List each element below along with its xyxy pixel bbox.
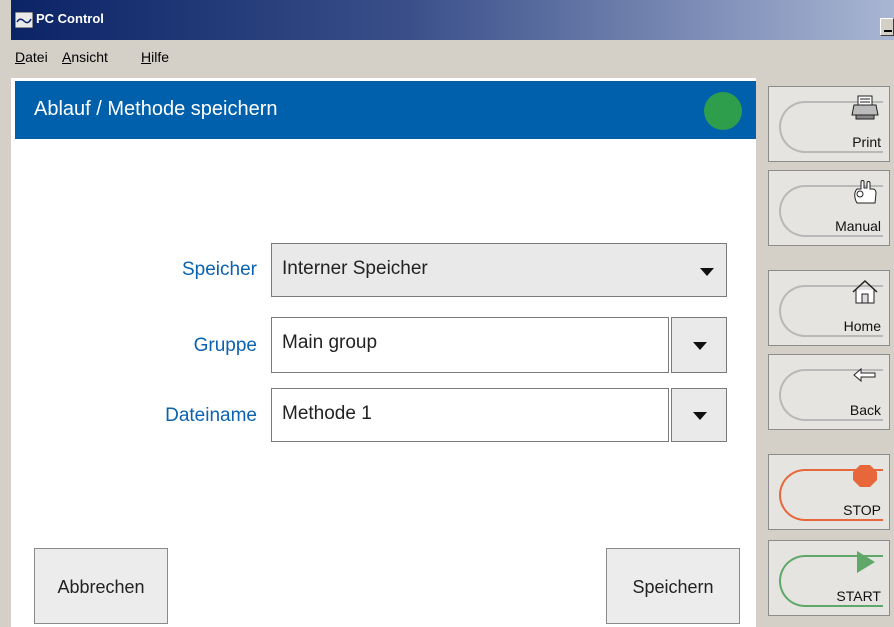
menu-ansicht[interactable]: Ansicht bbox=[62, 49, 108, 65]
save-button[interactable]: Speichern bbox=[606, 548, 740, 624]
page-header: Ablauf / Methode speichern bbox=[15, 81, 756, 139]
chevron-down-icon bbox=[693, 412, 707, 420]
menu-datei[interactable]: Datei bbox=[15, 49, 48, 65]
gruppe-value: Main group bbox=[282, 332, 378, 353]
print-button[interactable]: Print bbox=[768, 86, 890, 162]
title-bar[interactable]: PC Control bbox=[11, 0, 894, 40]
start-label: START bbox=[836, 588, 881, 604]
stop-button[interactable]: STOP bbox=[768, 454, 890, 530]
menu-bar: Datei Ansicht Hilfe bbox=[11, 40, 894, 74]
app-icon bbox=[15, 12, 33, 28]
cancel-button[interactable]: Abbrechen bbox=[34, 548, 168, 624]
stop-icon bbox=[853, 465, 877, 487]
page-title: Ablauf / Methode speichern bbox=[34, 98, 278, 120]
hand-icon bbox=[854, 180, 877, 204]
home-label: Home bbox=[843, 318, 881, 334]
back-button[interactable]: Back bbox=[768, 354, 890, 430]
manual-label: Manual bbox=[835, 218, 881, 234]
stop-label: STOP bbox=[843, 502, 881, 518]
printer-icon bbox=[851, 95, 879, 120]
speicher-select[interactable]: Interner Speicher bbox=[271, 243, 727, 297]
gruppe-dropdown-button[interactable] bbox=[671, 317, 727, 373]
dateiname-input[interactable]: Methode 1 bbox=[271, 388, 669, 442]
dateiname-dropdown-button[interactable] bbox=[671, 388, 727, 442]
chevron-down-icon bbox=[693, 342, 707, 350]
home-button[interactable]: Home bbox=[768, 270, 890, 346]
print-label: Print bbox=[852, 134, 881, 150]
chevron-down-icon bbox=[700, 268, 714, 276]
window-title: PC Control bbox=[36, 11, 104, 26]
gruppe-label: Gruppe bbox=[193, 335, 257, 356]
play-icon bbox=[857, 551, 875, 573]
gruppe-input[interactable]: Main group bbox=[271, 317, 669, 373]
dateiname-label: Dateiname bbox=[165, 405, 257, 426]
minimize-button[interactable] bbox=[880, 18, 894, 36]
start-button[interactable]: START bbox=[768, 540, 890, 616]
speicher-label: Speicher bbox=[182, 259, 257, 280]
status-indicator bbox=[704, 92, 742, 130]
manual-button[interactable]: Manual bbox=[768, 170, 890, 246]
dateiname-value: Methode 1 bbox=[282, 403, 372, 424]
back-label: Back bbox=[849, 402, 881, 418]
speicher-value: Interner Speicher bbox=[282, 258, 428, 279]
menu-hilfe[interactable]: Hilfe bbox=[141, 49, 169, 65]
home-icon bbox=[852, 279, 878, 304]
back-arrow-icon bbox=[853, 367, 876, 383]
